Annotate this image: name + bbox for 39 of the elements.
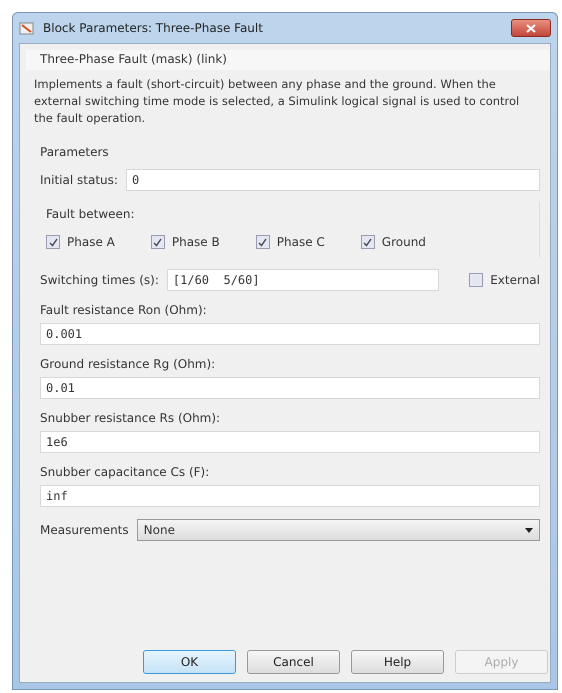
dialog-button[interactable]: Cancel	[247, 650, 340, 674]
measurements-dropdown[interactable]: None	[136, 519, 540, 541]
input-field[interactable]: inf	[40, 485, 540, 507]
check-icon	[363, 238, 372, 246]
dialog-button[interactable]: OK	[143, 650, 236, 674]
input-field[interactable]: 0.01	[40, 377, 540, 399]
checkbox-box[interactable]	[150, 235, 165, 249]
close-icon	[526, 24, 536, 32]
dialog-button[interactable]: Help	[351, 650, 444, 674]
checkbox[interactable]: External	[469, 273, 540, 287]
group-label: Fault between:	[46, 207, 135, 221]
checkbox-box[interactable]	[256, 235, 270, 249]
field-label: Snubber resistance Rs (Ohm):	[40, 411, 222, 425]
window-title: Block Parameters: Three-Phase Fault	[43, 21, 264, 35]
switching-times-field[interactable]: [1/60 5/60]	[166, 269, 440, 291]
input-field[interactable]: 1e6	[40, 431, 540, 453]
input-field[interactable]: 0.001	[40, 323, 540, 345]
close-button[interactable]	[511, 19, 551, 37]
checkbox[interactable]: Phase B	[150, 235, 220, 249]
caret-icon	[525, 528, 533, 532]
checkbox[interactable]: Phase C	[256, 235, 325, 249]
initial-status-field[interactable]: 0	[126, 169, 540, 191]
checkbox-box[interactable]	[469, 273, 484, 287]
checkbox-box[interactable]	[360, 235, 375, 249]
field-label: Measurements	[40, 523, 129, 537]
check-icon	[48, 238, 58, 246]
block-description: Implements a fault (short-circuit) between any phase and the ground. When the external switching time mode is selected, a Simulink logical signal is used to control the fault operation.	[34, 76, 520, 127]
checkbox[interactable]: Phase A	[46, 235, 115, 249]
field-label: Ground resistance Rg (Ohm):	[40, 357, 216, 371]
field-label: Snubber capacitance Cs (F):	[40, 465, 210, 479]
parameters-label: Parameters	[40, 145, 109, 159]
check-icon	[153, 238, 162, 246]
checkbox-box[interactable]	[46, 235, 60, 249]
check-icon	[258, 238, 268, 246]
field-label: Initial status:	[40, 173, 118, 187]
block-header: Three-Phase Fault (mask) (link)	[40, 52, 227, 66]
field-label: Fault resistance Ron (Ohm):	[40, 303, 208, 317]
field-label: Switching times (s):	[40, 273, 159, 287]
checkbox[interactable]: Ground	[360, 235, 426, 249]
